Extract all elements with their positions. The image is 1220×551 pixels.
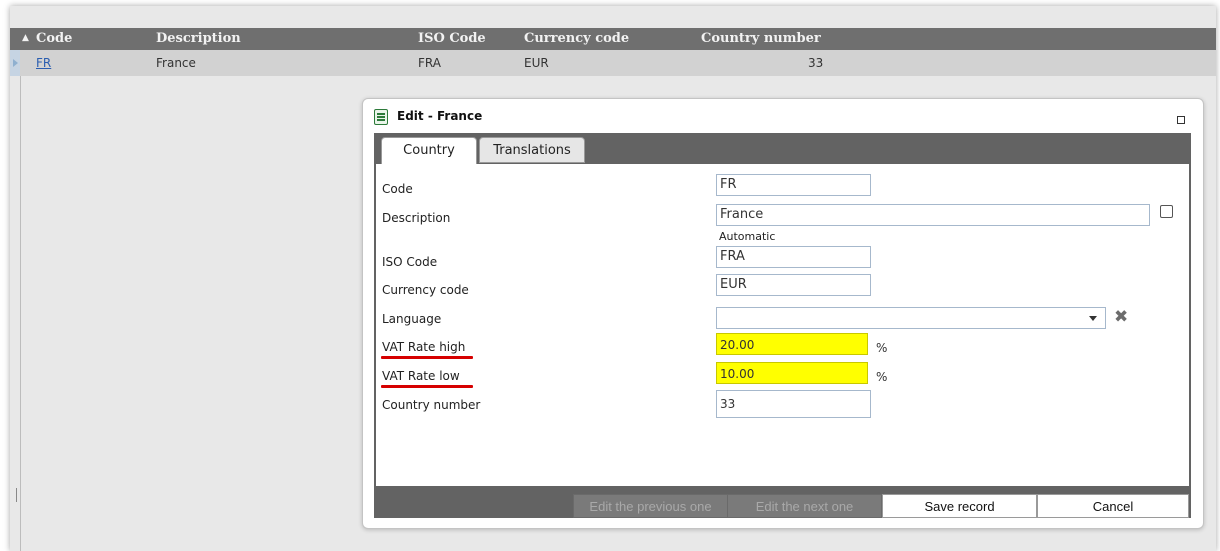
column-header-currency-code[interactable]: Currency code xyxy=(524,31,629,46)
iso-code-label: ISO Code xyxy=(382,255,438,269)
vat-rate-high-label: VAT Rate high xyxy=(382,340,466,354)
description-input[interactable]: France xyxy=(716,204,1150,226)
row-code-link[interactable]: FR xyxy=(36,56,51,70)
tab-translations[interactable]: Translations xyxy=(479,137,585,163)
resize-handle[interactable] xyxy=(16,488,17,502)
annotation-underline xyxy=(381,385,473,388)
clear-icon[interactable]: ✖ xyxy=(1114,307,1128,327)
row-iso-code: FRA xyxy=(418,56,441,70)
sort-asc-icon[interactable]: ▲ xyxy=(22,33,29,43)
annotation-underline xyxy=(381,356,473,359)
save-record-button[interactable]: Save record xyxy=(882,494,1037,518)
automatic-checkbox[interactable] xyxy=(1160,205,1173,218)
country-form: Code FR Description France Automatic ISO… xyxy=(376,164,1189,486)
row-indicator-icon xyxy=(10,50,20,76)
dialog-titlebar[interactable]: Edit - France xyxy=(372,106,1192,128)
language-label: Language xyxy=(382,312,442,326)
description-label: Description xyxy=(382,211,451,225)
vat-rate-low-unit: % xyxy=(876,370,888,384)
form-icon xyxy=(374,109,388,125)
automatic-label: Automatic xyxy=(719,230,776,243)
edit-previous-button[interactable]: Edit the previous one xyxy=(573,494,728,518)
chevron-down-icon[interactable] xyxy=(1089,316,1097,321)
edit-dialog: Edit - France Translations Country Code … xyxy=(362,98,1204,529)
row-currency-code: EUR xyxy=(524,56,549,70)
vat-rate-high-unit: % xyxy=(876,341,888,355)
edit-next-button[interactable]: Edit the next one xyxy=(727,494,882,518)
currency-code-input[interactable]: EUR xyxy=(716,274,871,296)
language-select[interactable] xyxy=(716,307,1106,329)
column-header-country-number[interactable]: Country number xyxy=(701,31,821,46)
column-header-code[interactable]: Code xyxy=(36,31,72,46)
currency-code-label: Currency code xyxy=(382,283,469,297)
code-label: Code xyxy=(382,182,413,196)
country-number-input[interactable]: 33 xyxy=(716,390,871,418)
vat-rate-low-input[interactable]: 10.00 xyxy=(716,362,868,384)
vat-rate-high-input[interactable]: 20.00 xyxy=(716,333,868,355)
row-country-number: 33 xyxy=(808,56,824,70)
dialog-title: Edit - France xyxy=(397,109,483,123)
dialog-footer: Edit the previous one Edit the next one … xyxy=(374,494,1191,518)
maximize-icon[interactable] xyxy=(1177,116,1185,124)
tab-country-label: Country xyxy=(403,143,455,158)
vat-rate-low-label: VAT Rate low xyxy=(382,369,460,383)
dialog-panel: Translations Country Code FR Description… xyxy=(374,133,1191,518)
grid-header: ▲ Code Description ISO Code Currency cod… xyxy=(10,28,1216,50)
tab-country[interactable]: Country xyxy=(381,137,477,166)
column-header-description[interactable]: Description xyxy=(156,31,241,46)
tab-translations-label: Translations xyxy=(493,143,571,158)
cancel-button[interactable]: Cancel xyxy=(1037,494,1189,518)
country-number-label: Country number xyxy=(382,398,481,412)
row-description: France xyxy=(156,56,196,70)
grid-divider xyxy=(20,76,21,551)
code-input[interactable]: FR xyxy=(716,174,871,196)
column-header-iso-code[interactable]: ISO Code xyxy=(418,31,486,46)
table-row[interactable]: FR France FRA EUR 33 xyxy=(10,50,1216,76)
iso-code-input[interactable]: FRA xyxy=(716,246,871,268)
